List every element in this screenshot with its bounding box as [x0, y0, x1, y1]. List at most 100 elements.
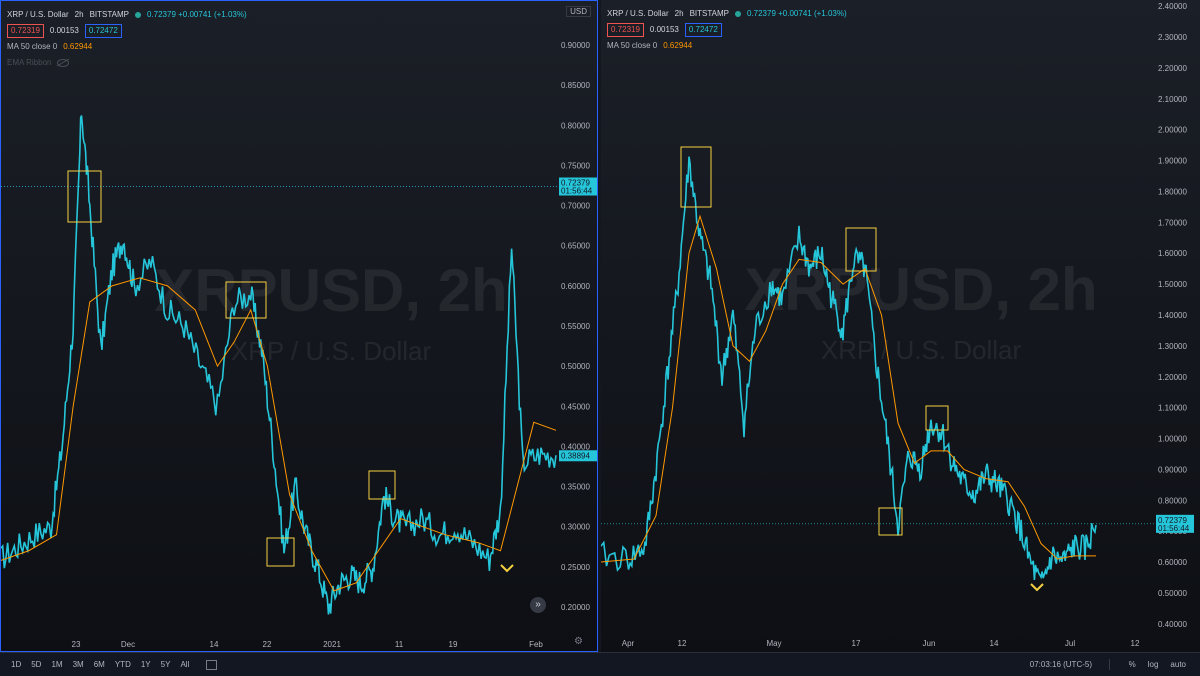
- range-button-5y[interactable]: 5Y: [156, 660, 176, 669]
- right-y-tick: 1.20000: [1158, 373, 1187, 382]
- left-highlight-box[interactable]: [225, 281, 267, 319]
- clock-display[interactable]: 07:03:16 (UTC-5): [1030, 660, 1092, 669]
- right-ma-label[interactable]: MA 50 close 0: [607, 40, 657, 52]
- right-ma-line: [601, 214, 1096, 563]
- right-symbol[interactable]: XRP / U.S. Dollar: [607, 8, 669, 20]
- left-exchange: BITSTAMP: [89, 10, 129, 19]
- auto-toggle[interactable]: auto: [1170, 660, 1186, 669]
- market-open-icon: [134, 12, 141, 18]
- left-y-tick: 0.90000: [561, 41, 590, 50]
- right-y-tick: 1.30000: [1158, 342, 1187, 351]
- left-interval[interactable]: 2h: [75, 9, 84, 21]
- currency-selector[interactable]: USD: [566, 6, 591, 17]
- right-legend: XRP / U.S. Dollar 2h BITSTAMP 0.72379 +0…: [607, 6, 847, 54]
- right-y-tick: 0.60000: [1158, 558, 1187, 567]
- right-price-tag: 0.7237901:56:44: [1156, 514, 1194, 533]
- right-y-tick: 0.50000: [1158, 589, 1187, 598]
- left-ma-value: 0.62944: [63, 42, 93, 51]
- right-price-line: [601, 156, 1097, 580]
- left-y-tick: 0.65000: [561, 242, 590, 251]
- hidden-eye-icon[interactable]: [57, 59, 70, 67]
- percent-toggle[interactable]: %: [1129, 660, 1136, 669]
- left-highlight-box[interactable]: [266, 537, 295, 567]
- right-chart-canvas[interactable]: 2.40000 2.30000 2.20000 2.10000 2.00000 1.900…: [601, 0, 1200, 652]
- left-y-tick: 0.70000: [561, 202, 590, 211]
- left-y-tick: 0.75000: [561, 161, 590, 170]
- left-y-tick: 0.25000: [561, 563, 590, 572]
- range-button-3m[interactable]: 3M: [68, 660, 89, 669]
- right-y-tick: 1.40000: [1158, 311, 1187, 320]
- left-y-tick: 0.85000: [561, 81, 590, 90]
- left-highlight-box[interactable]: [368, 470, 396, 500]
- range-button-1m[interactable]: 1M: [46, 660, 67, 669]
- left-ask[interactable]: 0.72472: [84, 24, 122, 38]
- settings-gear-icon[interactable]: ⚙: [574, 636, 583, 647]
- right-y-tick: 1.50000: [1158, 280, 1187, 289]
- log-toggle[interactable]: log: [1148, 660, 1159, 669]
- left-ma-label[interactable]: MA 50 close 0: [7, 41, 57, 53]
- svg-text:01:56:44: 01:56:44: [1158, 524, 1190, 533]
- left-legend: XRP / U.S. Dollar 2h BITSTAMP 0.72379 +0…: [7, 7, 247, 71]
- right-y-tick: 1.90000: [1158, 157, 1187, 166]
- svg-text:0.38894: 0.38894: [561, 451, 590, 460]
- right-y-tick: 2.00000: [1158, 126, 1187, 135]
- left-chart-pane[interactable]: XRP / U.S. Dollar 2h BITSTAMP 0.72379 +0…: [0, 0, 598, 652]
- right-y-tick: 1.00000: [1158, 435, 1187, 444]
- left-x-tick: 19: [449, 640, 458, 649]
- right-interval[interactable]: 2h: [675, 8, 684, 20]
- left-price-tag: 0.7237901:56:44: [559, 177, 597, 196]
- left-y-tick: 0.30000: [561, 523, 590, 532]
- range-button-ytd[interactable]: YTD: [110, 660, 136, 669]
- left-spread: 0.00153: [49, 26, 79, 35]
- right-y-tick: 2.30000: [1158, 33, 1187, 42]
- scroll-to-realtime-button[interactable]: »: [530, 597, 546, 613]
- left-caret-marker[interactable]: [500, 564, 514, 573]
- left-chart-canvas[interactable]: 0.90000 0.85000 0.80000 0.75000 0.70000 0.650…: [1, 1, 598, 652]
- market-open-icon: [734, 11, 741, 17]
- right-y-tick: 1.80000: [1158, 187, 1187, 196]
- right-spread: 0.00153: [649, 25, 679, 34]
- right-ask[interactable]: 0.72472: [684, 23, 722, 37]
- right-x-tick: 12: [1131, 639, 1140, 648]
- range-button-5d[interactable]: 5D: [26, 660, 46, 669]
- right-bid[interactable]: 0.72319: [607, 23, 644, 37]
- left-x-tick: Dec: [121, 640, 135, 649]
- left-y-tick: 0.55000: [561, 322, 590, 331]
- right-quote: 0.72379 +0.00741 (+1.03%): [746, 9, 847, 18]
- right-x-tick: Apr: [622, 639, 635, 648]
- right-x-tick: 17: [852, 639, 861, 648]
- range-button-1d[interactable]: 1D: [6, 660, 26, 669]
- range-button-6m[interactable]: 6M: [89, 660, 110, 669]
- left-x-tick: 2021: [323, 640, 341, 649]
- left-quote: 0.72379 +0.00741 (+1.03%): [146, 10, 247, 19]
- right-y-tick: 2.10000: [1158, 95, 1187, 104]
- right-exchange: BITSTAMP: [689, 9, 729, 18]
- left-x-tick: 14: [210, 640, 219, 649]
- calendar-icon[interactable]: [206, 659, 218, 670]
- svg-text:01:56:44: 01:56:44: [561, 187, 593, 196]
- right-x-tick: Jun: [923, 639, 936, 648]
- left-x-tick: 11: [395, 640, 404, 649]
- left-symbol[interactable]: XRP / U.S. Dollar: [7, 9, 69, 21]
- left-x-tick: 22: [263, 640, 272, 649]
- left-x-tick: Feb: [529, 640, 543, 649]
- right-x-tick: May: [766, 639, 781, 648]
- left-y-tick: 0.50000: [561, 362, 590, 371]
- left-bid[interactable]: 0.72319: [7, 24, 44, 38]
- range-button-1y[interactable]: 1Y: [136, 660, 156, 669]
- left-y-tick: 0.80000: [561, 121, 590, 130]
- right-y-tick: 0.80000: [1158, 496, 1187, 505]
- left-highlight-box[interactable]: [67, 170, 102, 223]
- left-ribbon-label[interactable]: EMA Ribbon: [7, 57, 51, 69]
- right-highlight-box[interactable]: [845, 227, 877, 272]
- range-selector: 1D 5D 1M 3M 6M YTD 1Y 5Y All: [6, 660, 194, 669]
- right-y-tick: 1.70000: [1158, 218, 1187, 227]
- right-caret-marker[interactable]: [1030, 583, 1044, 592]
- right-x-tick: 14: [990, 639, 999, 648]
- right-y-tick: 0.40000: [1158, 620, 1187, 629]
- left-ma-tag: 0.38894: [559, 450, 597, 462]
- bottom-toolbar: 1D 5D 1M 3M 6M YTD 1Y 5Y All 07:03:16 (UTC-5) % …: [0, 652, 1200, 676]
- range-button-all[interactable]: All: [175, 660, 194, 669]
- right-y-tick: 1.10000: [1158, 404, 1187, 413]
- right-chart-pane[interactable]: XRP / U.S. Dollar 2h BITSTAMP 0.72379 +0…: [601, 0, 1200, 652]
